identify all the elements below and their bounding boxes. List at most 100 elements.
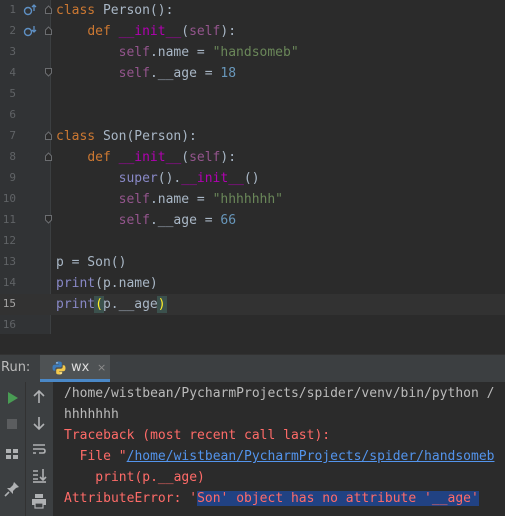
code-text: class Person(): (56, 1, 173, 20)
console-line: AttributeError: 'Son' object has no attr… (64, 489, 479, 508)
console-line: hhhhhhh (64, 407, 119, 422)
code-text: self.name = "handsomeb" (56, 43, 299, 62)
line-number: 11 (2, 213, 16, 226)
fold-marker-icon[interactable] (45, 131, 52, 140)
code-token: self (118, 213, 150, 228)
code-token: p = Son() (56, 255, 127, 270)
code-token: (). (157, 171, 182, 186)
stop-icon[interactable] (2, 414, 22, 434)
console-text: AttributeError: ' (64, 491, 198, 506)
fold-marker-icon[interactable] (45, 26, 52, 35)
code-line[interactable]: 3 self.name = "handsomeb" (0, 42, 505, 63)
code-line[interactable]: 7 class Son(Person): (0, 126, 505, 147)
code-line[interactable]: 12 (0, 231, 505, 252)
code-line[interactable]: 16 (0, 315, 505, 336)
code-text: def __init__(self): (56, 148, 236, 167)
code-text: p = Son() (56, 253, 126, 272)
code-token: self (118, 66, 150, 81)
code-token: .__age = (149, 66, 221, 81)
layout-icon[interactable] (2, 444, 22, 464)
overridden-method-icon[interactable] (23, 3, 37, 17)
fold-marker-icon[interactable] (45, 68, 52, 77)
code-token: self (118, 45, 150, 60)
code-text: print(p.__age) (56, 295, 167, 314)
code-token: "hhhhhhh" (212, 192, 284, 207)
soft-wrap-icon[interactable] (29, 439, 49, 459)
console-line: /home/wistbean/PycharmProjects/spider/ve… (64, 386, 495, 401)
code-text: def __init__(self): (56, 22, 236, 41)
code-token: Person(): (102, 3, 174, 18)
code-line[interactable]: 2 def __init__(self): (0, 21, 505, 42)
code-token: 18 (220, 66, 237, 81)
print-icon[interactable] (29, 491, 49, 511)
scroll-to-end-icon[interactable] (29, 465, 49, 485)
scroll-up-icon[interactable] (29, 387, 49, 407)
line-number: 16 (2, 318, 16, 331)
pin-icon[interactable] (2, 479, 22, 499)
code-text: print(p.name) (56, 274, 158, 293)
line-number: 3 (9, 45, 16, 58)
code-line[interactable]: 1 class Person(): (0, 0, 505, 21)
line-number: 7 (9, 129, 16, 142)
code-line[interactable]: 6 (0, 105, 505, 126)
override-method-icon[interactable] (23, 24, 37, 38)
line-number: 8 (9, 150, 16, 163)
code-token: ): (220, 150, 237, 165)
file-link[interactable]: /home/wistbean/PycharmProjects/spider/ha… (127, 449, 495, 464)
line-number: 1 (9, 3, 16, 16)
code-token: class (56, 129, 103, 144)
code-token: print (56, 297, 96, 312)
code-text: self.__age = 18 (56, 64, 236, 83)
code-line[interactable]: 14 print(p.name) (0, 273, 505, 294)
run-icon[interactable] (2, 388, 22, 408)
code-line[interactable]: 13 p = Son() (0, 252, 505, 273)
close-icon[interactable]: × (97, 361, 106, 374)
console-output[interactable]: /home/wistbean/PycharmProjects/spider/ve… (0, 382, 505, 516)
matched-brace: ) (156, 296, 167, 313)
code-text: self.__age = 66 (56, 211, 236, 230)
code-line[interactable]: 9 super().__init__() (0, 168, 505, 189)
code-token: .name = (149, 192, 213, 207)
code-token: .__age = (149, 213, 221, 228)
code-line[interactable]: 11 self.__age = 66 (0, 210, 505, 231)
line-number: 14 (2, 276, 16, 289)
line-number: 4 (9, 66, 16, 79)
code-line[interactable]: 8 def __init__(self): (0, 147, 505, 168)
code-token: def (87, 24, 119, 39)
line-number: 5 (9, 87, 16, 100)
line-number: 13 (2, 255, 16, 268)
code-token: (p.name) (95, 276, 158, 291)
fold-marker-icon[interactable] (45, 215, 52, 224)
code-token: print (56, 276, 96, 291)
code-line[interactable]: 4 self.__age = 18 (0, 63, 505, 84)
code-token: def (87, 150, 119, 165)
fold-marker-icon[interactable] (45, 152, 52, 161)
code-token: 66 (220, 213, 237, 228)
run-panel-header: Run: wx × (0, 354, 505, 383)
fold-marker-icon[interactable] (45, 5, 52, 14)
run-toolbar-left (0, 382, 25, 516)
code-line[interactable]: 15 print(p.__age) (0, 294, 505, 315)
scroll-down-icon[interactable] (29, 413, 49, 433)
code-line[interactable]: 5 (0, 84, 505, 105)
code-token: self (118, 192, 150, 207)
console-line: Traceback (most recent call last): (64, 428, 331, 443)
code-token: p.__age (102, 297, 158, 312)
selected-text[interactable]: Son' object has no attribute '__age' (197, 491, 479, 506)
code-text: self.name = "hhhhhhh" (56, 190, 283, 209)
code-token: .name = (149, 45, 213, 60)
line-number: 2 (9, 24, 16, 37)
console-line: print(p.__age) (64, 470, 205, 485)
code-editor[interactable]: 1 class Person(): 2 def __init__(self): 3 s… (0, 0, 505, 334)
line-number: 12 (2, 234, 16, 247)
code-text: class Son(Person): (56, 127, 197, 146)
matched-brace: ( (94, 296, 104, 313)
code-line[interactable]: 10 self.name = "hhhhhhh" (0, 189, 505, 210)
code-token: class (56, 3, 103, 18)
